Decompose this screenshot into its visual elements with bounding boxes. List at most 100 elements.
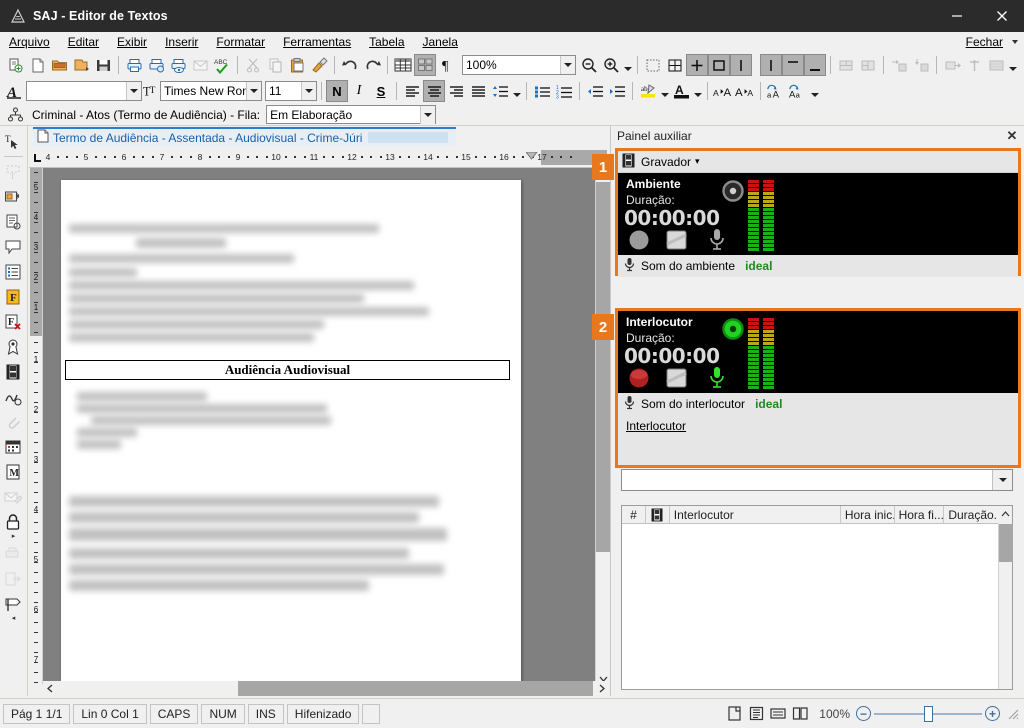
reading-view-icon[interactable]	[745, 704, 767, 724]
export-icon[interactable]	[0, 566, 26, 591]
align-left-icon[interactable]	[401, 80, 423, 102]
resize-grip-icon[interactable]	[1006, 707, 1020, 721]
border-all-icon[interactable]	[686, 54, 708, 76]
close-document-menu[interactable]: Fechar	[960, 33, 1009, 51]
chevron-down-icon[interactable]	[1012, 40, 1018, 44]
border-right-icon[interactable]	[760, 54, 782, 76]
font-size-combo[interactable]: 11	[265, 81, 317, 101]
print-gray-icon[interactable]	[0, 541, 26, 566]
chevron-down-icon[interactable]	[420, 105, 436, 124]
document-heading-box[interactable]: Audiência Audiovisual	[65, 360, 510, 380]
two-page-view-icon[interactable]	[789, 704, 811, 724]
grid-vertical-scrollbar[interactable]	[998, 524, 1013, 689]
change-case-down-icon[interactable]: Aa	[787, 80, 809, 102]
scroll-right-icon[interactable]	[594, 681, 609, 696]
insert-column-icon[interactable]	[910, 54, 932, 76]
align-justify-icon[interactable]	[467, 80, 489, 102]
scrollbar-thumb[interactable]	[238, 681, 593, 696]
grid-scroll-up-icon[interactable]	[998, 505, 1012, 524]
web-view-icon[interactable]	[767, 704, 789, 724]
print-setup-icon[interactable]	[145, 54, 167, 76]
recorder-ambiente-record-button[interactable]	[628, 229, 650, 254]
border-bottom-icon[interactable]	[804, 54, 826, 76]
model-icon[interactable]: M	[0, 459, 26, 484]
zoom-in-button[interactable]: +	[985, 706, 1000, 721]
style-icon[interactable]: A	[4, 80, 26, 102]
menu-tabela[interactable]: Tabela	[360, 33, 413, 51]
text-frame-icon[interactable]: T	[0, 159, 26, 184]
recordings-grid-body[interactable]	[622, 524, 1013, 689]
bullet-list-icon[interactable]	[531, 80, 553, 102]
column-header-end-time[interactable]: Hora fi...	[895, 505, 945, 524]
border-top-icon[interactable]	[782, 54, 804, 76]
document-horizontal-scrollbar[interactable]	[43, 681, 609, 696]
shading-icon[interactable]	[985, 54, 1007, 76]
insert-table-icon[interactable]	[392, 54, 414, 76]
decrease-indent-icon[interactable]	[584, 80, 606, 102]
flag-delete-icon[interactable]: F	[0, 309, 26, 334]
vertical-ruler[interactable]: 543211234567	[29, 168, 43, 685]
recorder-ambiente-stop-button[interactable]	[666, 230, 688, 254]
list-items-icon[interactable]	[0, 259, 26, 284]
status-ins[interactable]: INS	[247, 703, 284, 724]
insert-row-icon[interactable]	[888, 54, 910, 76]
recorder-ambiente-microphone-gray-icon[interactable]	[708, 227, 726, 254]
attachment-icon[interactable]	[0, 409, 26, 434]
delete-column-icon[interactable]	[963, 54, 985, 76]
format-painter-icon[interactable]	[308, 54, 330, 76]
workflow-icon[interactable]	[4, 104, 26, 126]
underline-button[interactable]: S	[370, 80, 392, 102]
menu-arquivo[interactable]: Arquivo	[0, 33, 59, 51]
case-chevron-down-icon[interactable]	[809, 80, 820, 102]
scrollbar-thumb[interactable]	[596, 182, 610, 552]
numbered-list-icon[interactable]: 123	[553, 80, 575, 102]
split-cells-icon[interactable]	[857, 54, 879, 76]
italic-button[interactable]: I	[348, 80, 370, 102]
comment-icon[interactable]	[0, 234, 26, 259]
right-indent-marker-icon[interactable]	[524, 149, 539, 163]
menu-janela[interactable]: Janela	[414, 33, 467, 51]
flag-yellow-icon[interactable]: F	[0, 284, 26, 309]
menu-inserir[interactable]: Inserir	[156, 33, 207, 51]
open-model-icon[interactable]	[70, 54, 92, 76]
new-from-model-icon[interactable]	[4, 54, 26, 76]
dotted-border-icon[interactable]	[642, 54, 664, 76]
horizontal-ruler[interactable]: 4 5 6 7 8 9 10 11 12 13 14 15 16 17	[29, 148, 607, 168]
close-icon[interactable]: ✕	[1004, 128, 1020, 144]
new-document-icon[interactable]	[26, 54, 48, 76]
document-page[interactable]: Audiência Audiovisual	[61, 180, 521, 685]
column-header-start-time[interactable]: Hora inic...	[841, 505, 895, 524]
delete-row-icon[interactable]	[941, 54, 963, 76]
status-page[interactable]: Pág 1 1/1	[3, 703, 71, 724]
column-header-duration[interactable]: Duração...	[944, 506, 998, 524]
status-extra[interactable]	[362, 703, 381, 724]
stamp-icon[interactable]	[0, 591, 26, 616]
chevron-down-icon[interactable]	[992, 470, 1012, 490]
border-box-icon[interactable]	[708, 54, 730, 76]
copy-icon[interactable]	[264, 54, 286, 76]
menu-ferramentas[interactable]: Ferramentas	[274, 33, 360, 51]
print-icon[interactable]	[123, 54, 145, 76]
cut-icon[interactable]	[242, 54, 264, 76]
zoom-out-button[interactable]: −	[856, 706, 871, 721]
status-caps[interactable]: CAPS	[149, 703, 199, 724]
column-header-interlocutor[interactable]: Interlocutor	[670, 505, 841, 524]
menu-formatar[interactable]: Formatar	[207, 33, 274, 51]
chevron-down-icon[interactable]	[126, 82, 141, 100]
recordings-grid[interactable]: # Interlocutor Hora inic... Hora fi... D…	[621, 505, 1013, 690]
print-preview-icon[interactable]	[167, 54, 189, 76]
open-folder-icon[interactable]	[48, 54, 70, 76]
chevron-down-icon[interactable]	[301, 82, 316, 100]
recorder-interlocutor-record-button[interactable]	[628, 367, 650, 392]
left-toolbar-more-caret-icon[interactable]: ▸	[0, 533, 27, 541]
line-spacing-icon[interactable]	[489, 80, 511, 102]
font-name-combo[interactable]: Times New Romar	[160, 81, 262, 101]
bold-button[interactable]: N	[326, 80, 348, 102]
columns-icon[interactable]	[414, 54, 436, 76]
recorder-interlocutor-microphone-green-icon[interactable]	[708, 365, 726, 392]
chevron-down-icon[interactable]: ▾	[695, 156, 700, 167]
recorder-toolbar[interactable]: Gravador ▾	[618, 151, 1018, 173]
scrollbar-thumb[interactable]	[999, 524, 1013, 562]
chevron-down-icon[interactable]	[560, 56, 575, 74]
mail-edit-icon[interactable]	[0, 484, 26, 509]
